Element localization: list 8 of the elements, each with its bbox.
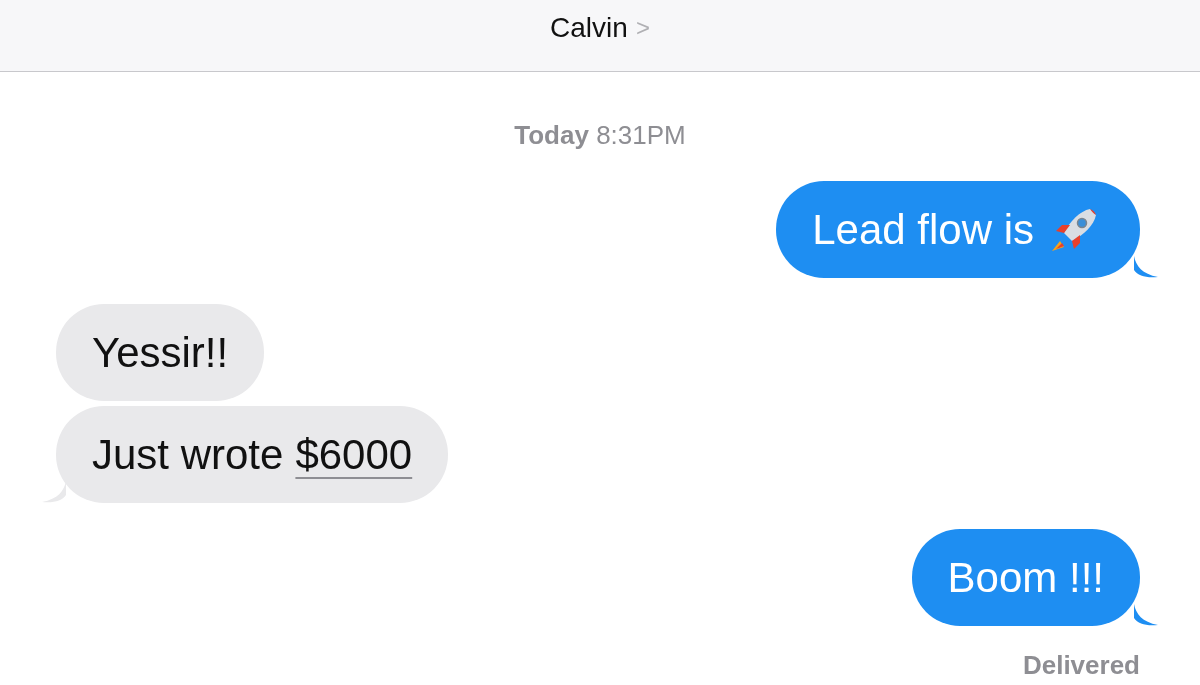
timestamp: Today 8:31PM <box>514 119 686 152</box>
delivery-status: Delivered <box>1022 649 1140 682</box>
contact-name-button[interactable]: Calvin > <box>550 6 650 49</box>
message-text: Boom !!! <box>947 553 1104 603</box>
message-text: Yessir!! <box>92 328 229 378</box>
message-text: Just wrote <box>92 430 284 480</box>
message-text: Lead flow is <box>812 205 1034 255</box>
amount-link[interactable]: $6000 <box>295 423 413 486</box>
